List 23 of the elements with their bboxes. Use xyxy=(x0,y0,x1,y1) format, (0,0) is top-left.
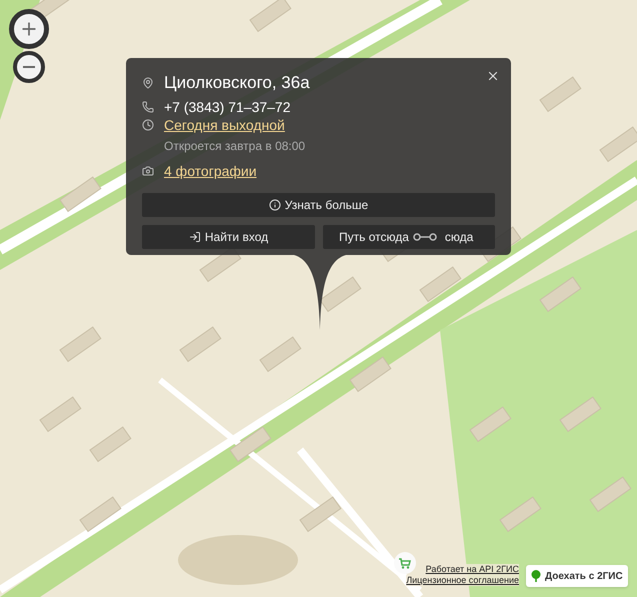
more-button[interactable]: Узнать больше xyxy=(142,193,495,217)
route-from-button[interactable]: Путь отсюда xyxy=(323,225,413,249)
info-icon xyxy=(268,199,281,211)
clock-icon xyxy=(142,119,154,131)
license-link[interactable]: Лицензионное соглашение xyxy=(406,575,519,586)
cart-icon xyxy=(399,558,411,568)
phone-icon xyxy=(142,101,154,113)
find-entrance-button[interactable]: Найти вход xyxy=(142,225,315,249)
pin-icon xyxy=(142,77,154,89)
route-connector-icon xyxy=(412,233,437,241)
route-to-button[interactable]: сюда xyxy=(436,225,482,249)
directions-button[interactable]: Доехать с 2ГИС xyxy=(526,565,628,587)
camera-icon xyxy=(142,165,154,177)
photos-link[interactable]: 4 фотографии xyxy=(164,162,257,180)
address-title: Циолковского, 36а xyxy=(164,72,310,94)
hours-note: Откроется завтра в 08:00 xyxy=(164,139,306,153)
hours-link[interactable]: Сегодня выходной xyxy=(164,116,285,134)
close-icon xyxy=(486,69,500,83)
phone-number: +7 (3843) 71–37–72 xyxy=(164,98,290,116)
tree-icon xyxy=(531,570,541,582)
entrance-icon xyxy=(188,231,201,243)
api-link[interactable]: Работает на API 2ГИС xyxy=(426,564,519,575)
minus-icon xyxy=(23,66,35,68)
